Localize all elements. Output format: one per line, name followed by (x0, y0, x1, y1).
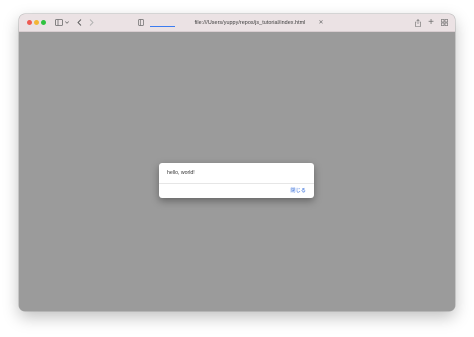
address-bar[interactable]: file:///Users/yuppy/repos/js_tutorial/in… (165, 17, 335, 28)
privacy-shield-icon[interactable] (137, 17, 145, 28)
browser-window: file:///Users/yuppy/repos/js_tutorial/in… (19, 14, 455, 311)
share-icon[interactable] (414, 17, 422, 28)
forward-icon[interactable] (87, 17, 95, 28)
plus-icon[interactable]: + (427, 17, 435, 28)
close-dialog-button[interactable]: 閉じる (288, 186, 308, 195)
sidebar-icon[interactable] (54, 17, 63, 28)
zoom-window-button[interactable] (41, 20, 46, 25)
alert-message: hello, world! (167, 170, 195, 176)
browser-toolbar: file:///Users/yuppy/repos/js_tutorial/in… (19, 14, 455, 32)
alert-dialog: hello, world! 閉じる (159, 163, 314, 198)
chevron-down-icon[interactable] (64, 17, 69, 28)
minimize-window-button[interactable] (34, 20, 39, 25)
tab-overview-icon[interactable] (440, 17, 448, 28)
back-icon[interactable] (75, 17, 83, 28)
close-icon[interactable]: ✕ (317, 17, 325, 28)
close-window-button[interactable] (27, 20, 32, 25)
dialog-divider (159, 183, 314, 184)
page-content-dimmed: hello, world! 閉じる (19, 32, 455, 311)
url-text: file:///Users/yuppy/repos/js_tutorial/in… (194, 19, 306, 26)
